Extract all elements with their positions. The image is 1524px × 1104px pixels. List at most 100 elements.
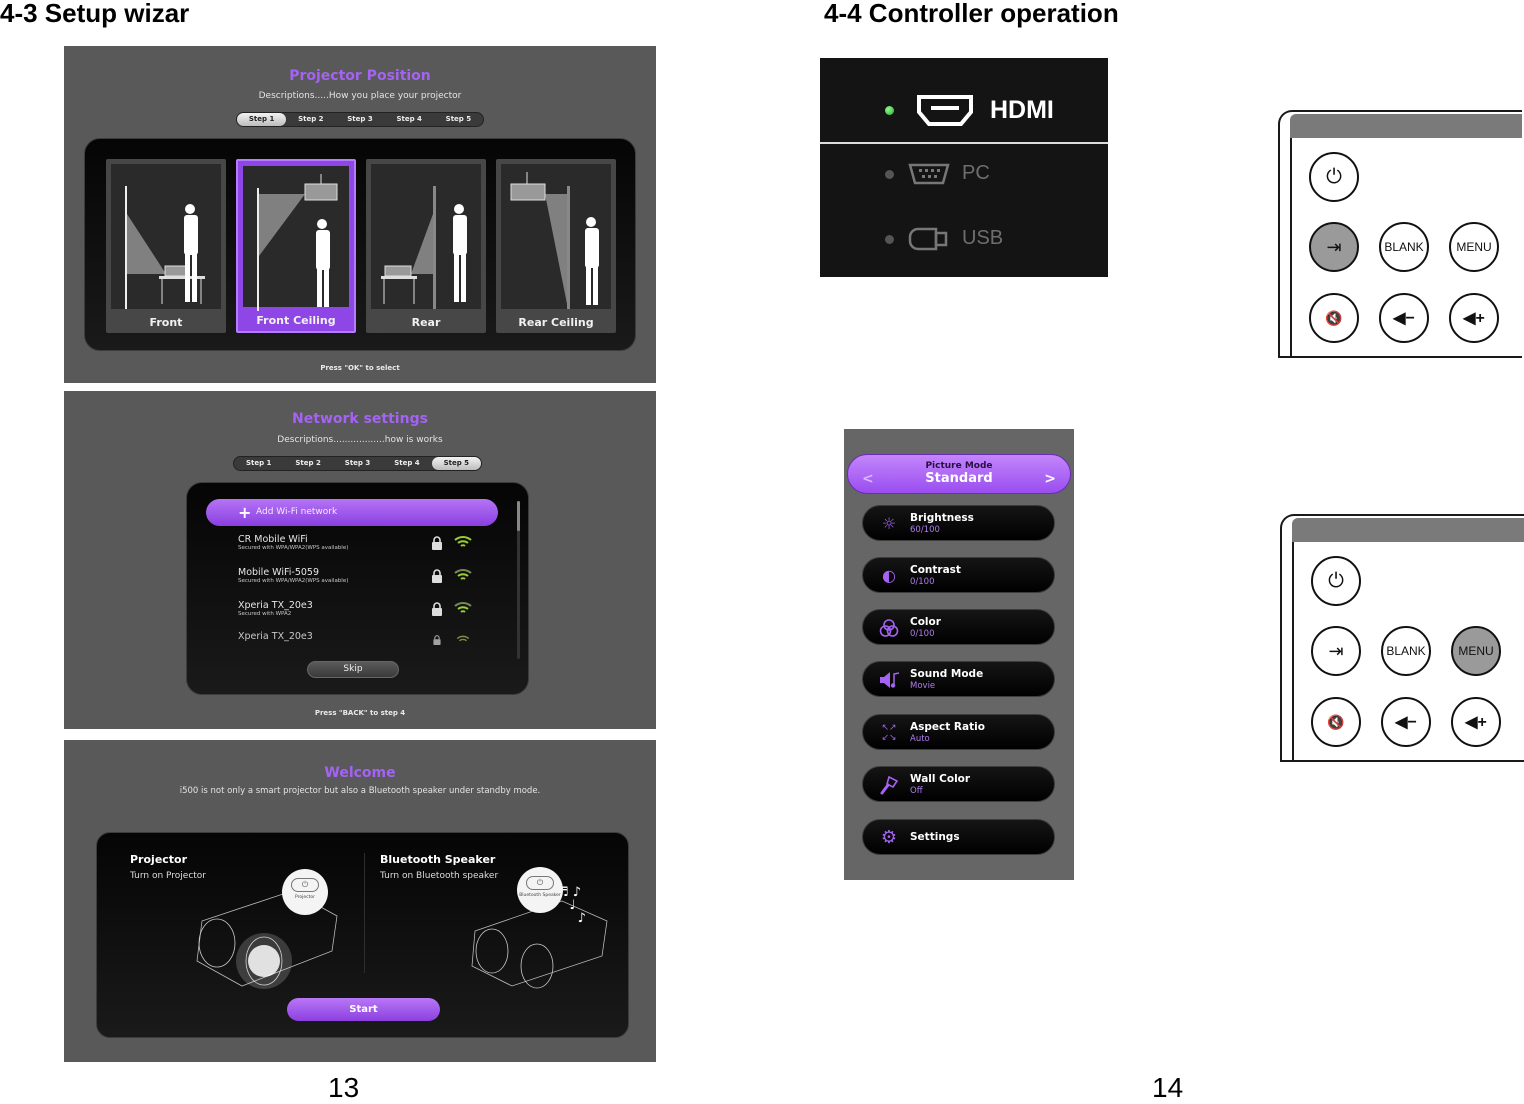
blank-button[interactable]: BLANK: [1379, 222, 1429, 272]
scrollbar-thumb[interactable]: [517, 501, 520, 531]
position-option-label: Rear Ceiling: [518, 316, 594, 329]
position-option-front[interactable]: Front: [106, 159, 226, 333]
menu-item-name: Brightness: [910, 512, 974, 524]
lock-icon: [432, 536, 442, 550]
mute-button[interactable]: 🔇: [1311, 697, 1361, 747]
rear-illustration: [371, 164, 481, 311]
back-hint: Press "BACK" to step 4: [314, 709, 406, 717]
menu-item-wall-color[interactable]: Wall Color Off: [862, 766, 1055, 802]
menu-item-name: Settings: [910, 831, 960, 843]
power-caption: Bluetooth Speaker: [519, 893, 561, 898]
lock-icon: [433, 635, 441, 645]
wifi-network-item[interactable]: Mobile WiFi-5059 Secured with WPA/WPA2(W…: [238, 567, 478, 584]
usb-port-icon: [908, 227, 948, 251]
step-1: Step 1: [237, 113, 287, 126]
menu-item-value: 60/100: [910, 525, 940, 535]
menu-button[interactable]: MENU: [1449, 222, 1499, 272]
menu-item-value: 0/100: [910, 629, 935, 639]
position-option-label: Front Ceiling: [256, 314, 336, 327]
hdmi-port-icon: [917, 95, 973, 126]
select-hint: Press "OK" to select: [320, 364, 400, 372]
menu-item-color[interactable]: Color 0/100: [862, 609, 1055, 645]
step-2: Step 2: [298, 115, 324, 123]
remote-control-source-highlighted: ⏻ ⇥ BLANK MENU 🔇 ◀− ◀+: [1276, 108, 1522, 358]
menu-item-settings[interactable]: ⚙ Settings: [862, 819, 1055, 855]
active-indicator-icon: [885, 106, 894, 115]
step-5: Step 5: [445, 115, 472, 123]
paintbrush-icon: [879, 775, 899, 795]
volume-up-button[interactable]: ◀+: [1451, 697, 1501, 747]
add-wifi-network-button[interactable]: + Add Wi-Fi network: [206, 499, 498, 526]
chevron-right-icon[interactable]: >: [1044, 471, 1056, 487]
remote-top-band: [1290, 114, 1522, 138]
step-indicator: Step 1 Step 2 Step 3 Step 4 Step 5: [236, 112, 484, 127]
picture-mode-selector[interactable]: Picture Mode Standard < >: [847, 454, 1071, 494]
source-item-hdmi[interactable]: HDMI: [820, 86, 1108, 136]
sun-icon: ☼: [881, 514, 897, 533]
volume-down-button[interactable]: ◀−: [1379, 293, 1429, 343]
chevron-left-icon[interactable]: <: [862, 471, 874, 487]
source-item-pc[interactable]: PC: [820, 150, 1108, 200]
source-label: PC: [962, 162, 990, 184]
color-circles-icon: [879, 618, 899, 638]
source-button[interactable]: ⇥: [1311, 626, 1361, 676]
step-1: Step 1: [245, 459, 272, 467]
remote-control-menu-highlighted: ⏻ ⇥ BLANK MENU 🔇 ◀− ◀+: [1278, 512, 1524, 762]
lock-icon: [432, 569, 442, 583]
menu-item-brightness[interactable]: ☼ Brightness 60/100: [862, 505, 1055, 541]
wifi-network-item[interactable]: CR Mobile WiFi Secured with WPA/WPA2(WPS…: [238, 534, 478, 551]
source-divider: [820, 142, 1108, 144]
plus-icon: +: [238, 503, 252, 522]
source-item-usb[interactable]: USB: [820, 215, 1108, 265]
screen-description: Descriptions.....How you place your proj…: [258, 91, 462, 101]
position-option-front-ceiling[interactable]: Front Ceiling: [236, 159, 356, 333]
start-button[interactable]: Start: [287, 998, 440, 1021]
lock-icon: [432, 602, 442, 616]
projector-title: Projector: [130, 853, 188, 866]
position-option-rear[interactable]: Rear: [366, 159, 486, 333]
position-option-label: Rear: [411, 316, 441, 329]
menu-item-value: Movie: [910, 681, 936, 691]
power-button[interactable]: ⏻: [1309, 152, 1359, 202]
screen-title: Welcome: [324, 765, 396, 781]
menu-button[interactable]: MENU: [1451, 626, 1501, 676]
section-heading-setup-wizard: 4-3 Setup wizar: [0, 0, 190, 28]
volume-up-button[interactable]: ◀+: [1449, 293, 1499, 343]
step-4: Step 4: [396, 115, 422, 123]
position-option-label: Front: [149, 316, 183, 329]
wifi-network-item[interactable]: Xperia TX_20e3: [238, 631, 478, 645]
mute-button[interactable]: 🔇: [1309, 293, 1359, 343]
screen-title: Network settings: [292, 411, 428, 427]
page-number-right: 14: [1152, 1072, 1184, 1103]
menu-item-sound-mode[interactable]: Sound Mode Movie: [862, 661, 1055, 697]
menu-item-name: Contrast: [910, 564, 961, 576]
contrast-icon: ◐: [882, 566, 896, 585]
volume-down-button[interactable]: ◀−: [1381, 697, 1431, 747]
wifi-list-panel: + Add Wi-Fi network CR Mobile WiFi Secur…: [186, 482, 529, 695]
inactive-indicator-icon: [885, 170, 894, 179]
position-option-rear-ceiling[interactable]: Rear Ceiling: [496, 159, 616, 333]
source-button[interactable]: ⇥: [1309, 222, 1359, 272]
skip-button[interactable]: Skip: [307, 661, 399, 678]
quick-settings-menu: Picture Mode Standard < > ☼ Brightness 6…: [844, 429, 1074, 880]
gear-icon: ⚙: [880, 827, 898, 848]
blank-button[interactable]: BLANK: [1381, 626, 1431, 676]
menu-item-value: Off: [910, 786, 923, 796]
menu-item-contrast[interactable]: ◐ Contrast 0/100: [862, 557, 1055, 593]
wifi-signal-icon: [454, 536, 472, 547]
power-button[interactable]: ⏻: [1311, 556, 1361, 606]
projector-subtitle: Turn on Projector: [130, 871, 207, 881]
section-heading-controller-operation: 4-4 Controller operation: [824, 0, 1119, 28]
step-3: Step 3: [344, 459, 371, 467]
column-divider: [364, 853, 365, 973]
add-wifi-label: Add Wi-Fi network: [256, 507, 338, 517]
menu-item-value: 0/100: [910, 577, 935, 587]
menu-item-aspect-ratio[interactable]: ↖↗ ↙↘ Aspect Ratio Auto: [862, 714, 1055, 750]
speaker-title: Bluetooth Speaker: [380, 853, 496, 866]
step-5: Step 5: [431, 457, 482, 470]
source-label: HDMI: [990, 96, 1054, 124]
wifi-list-scrollbar[interactable]: [517, 501, 520, 659]
power-caption: Projector: [295, 895, 315, 900]
source-label: USB: [962, 227, 1004, 249]
wifi-network-item[interactable]: Xperia TX_20e3 Secured with WPA2: [238, 600, 478, 617]
